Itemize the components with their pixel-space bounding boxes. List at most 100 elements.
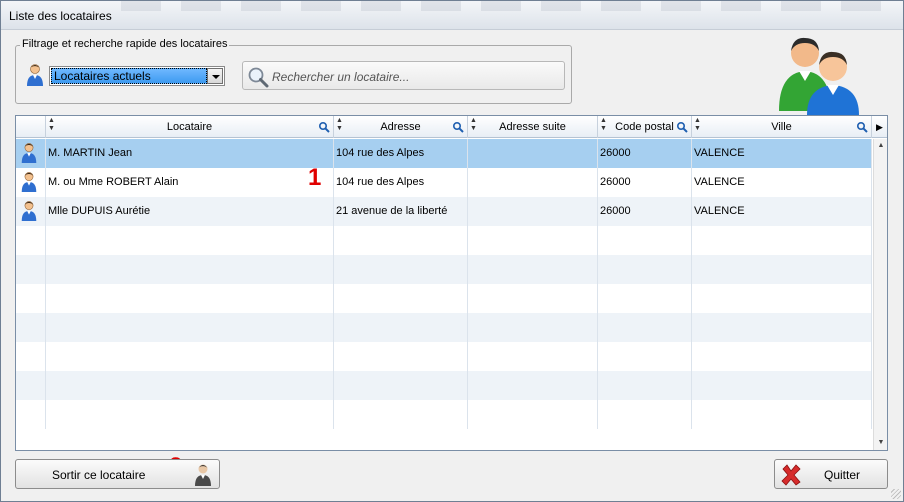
cell-code-postal bbox=[598, 255, 692, 284]
users-icon bbox=[779, 37, 859, 115]
cell-ville bbox=[692, 226, 872, 255]
filter-groupbox: Filtrage et recherche rapide des locatai… bbox=[15, 38, 572, 104]
scroll-down-icon[interactable]: ▼ bbox=[874, 437, 888, 449]
sort-arrows-icon[interactable]: ▲ ▼ bbox=[694, 117, 701, 133]
sort-arrows-icon[interactable]: ▲ ▼ bbox=[48, 117, 55, 133]
header-icon-column bbox=[16, 116, 46, 138]
cell-code-postal: 26000 bbox=[598, 139, 692, 168]
grid-header: ▲ ▼ Locataire ▲ ▼ Adresse ▲ ▼ Adresse suite… bbox=[16, 116, 887, 138]
tenant-icon bbox=[21, 143, 37, 163]
column-header-ville[interactable]: ▲ ▼ Ville bbox=[692, 116, 872, 138]
quitter-button-label: Quitter bbox=[824, 468, 861, 482]
column-search-icon[interactable] bbox=[856, 121, 868, 133]
row-icon-cell bbox=[16, 226, 46, 255]
cell-adresse bbox=[334, 342, 468, 371]
cell-adresse bbox=[334, 371, 468, 400]
column-label: Ville bbox=[771, 121, 792, 133]
vertical-scrollbar[interactable]: ▲ ▼ bbox=[873, 139, 887, 450]
cell-ville bbox=[692, 371, 872, 400]
cell-code-postal: 26000 bbox=[598, 168, 692, 197]
cell-locataire bbox=[46, 255, 334, 284]
cell-locataire bbox=[46, 284, 334, 313]
scroll-up-icon[interactable]: ▲ bbox=[874, 140, 888, 152]
cell-locataire: M. MARTIN Jean bbox=[46, 139, 334, 168]
cell-code-postal bbox=[598, 313, 692, 342]
column-label: Code postal bbox=[615, 121, 674, 133]
cell-ville: VALENCE bbox=[692, 168, 872, 197]
cell-adresse: 104 rue des Alpes bbox=[334, 139, 468, 168]
cell-locataire bbox=[46, 400, 334, 429]
table-row[interactable]: Mlle DUPUIS Aurétie 21 avenue de la liber… bbox=[16, 197, 872, 226]
grid-rows: M. MARTIN Jean 104 rue des Alpes 26000 VALE… bbox=[16, 139, 872, 450]
tenant-filter-combo[interactable]: Locataires actuels bbox=[49, 66, 225, 86]
column-header-code-postal[interactable]: ▲ ▼ Code postal bbox=[598, 116, 692, 138]
tenant-icon bbox=[21, 201, 37, 221]
chevron-down-icon[interactable] bbox=[207, 68, 223, 84]
column-label: Adresse suite bbox=[499, 121, 566, 133]
cell-adresse bbox=[334, 313, 468, 342]
scroll-right-icon[interactable]: ▶ bbox=[872, 116, 887, 138]
table-row[interactable]: M. MARTIN Jean 104 rue des Alpes 26000 VALE… bbox=[16, 139, 872, 168]
empty-table-row bbox=[16, 226, 872, 255]
cell-adresse bbox=[334, 255, 468, 284]
search-tenant-field[interactable]: Rechercher un locataire... bbox=[242, 61, 565, 90]
cell-adresse bbox=[334, 284, 468, 313]
cell-code-postal bbox=[598, 284, 692, 313]
combo-selected-value: Locataires actuels bbox=[51, 68, 207, 84]
cell-code-postal bbox=[598, 226, 692, 255]
row-icon-cell bbox=[16, 284, 46, 313]
cell-ville bbox=[692, 342, 872, 371]
quitter-button[interactable]: Quitter bbox=[774, 459, 888, 489]
empty-table-row bbox=[16, 400, 872, 429]
row-icon-cell bbox=[16, 168, 46, 197]
resize-grip[interactable] bbox=[891, 489, 901, 499]
column-header-adresse[interactable]: ▲ ▼ Adresse bbox=[334, 116, 468, 138]
cell-adresse-suite bbox=[468, 284, 598, 313]
column-search-icon[interactable] bbox=[318, 121, 330, 133]
empty-table-row bbox=[16, 342, 872, 371]
cell-adresse: 21 avenue de la liberté bbox=[334, 197, 468, 226]
column-search-icon[interactable] bbox=[676, 121, 688, 133]
sort-arrows-icon[interactable]: ▲ ▼ bbox=[470, 117, 477, 133]
column-header-adresse-suite[interactable]: ▲ ▼ Adresse suite bbox=[468, 116, 598, 138]
row-icon-cell bbox=[16, 400, 46, 429]
table-row[interactable]: M. ou Mme ROBERT Alain 104 rue des Alpes 2… bbox=[16, 168, 872, 197]
column-search-icon[interactable] bbox=[452, 121, 464, 133]
cell-ville bbox=[692, 400, 872, 429]
cell-ville bbox=[692, 313, 872, 342]
cell-locataire bbox=[46, 313, 334, 342]
cell-adresse-suite bbox=[468, 371, 598, 400]
cell-adresse-suite bbox=[468, 197, 598, 226]
column-label: Locataire bbox=[166, 121, 213, 133]
cell-adresse-suite bbox=[468, 226, 598, 255]
search-placeholder: Rechercher un locataire... bbox=[272, 70, 410, 84]
title-bar: Liste des locataires bbox=[1, 1, 903, 30]
row-icon-cell bbox=[16, 371, 46, 400]
empty-table-row bbox=[16, 313, 872, 342]
row-icon-cell bbox=[16, 139, 46, 168]
red-x-icon bbox=[781, 464, 801, 486]
sortir-locataire-button[interactable]: Sortir ce locataire bbox=[15, 459, 220, 489]
magnifier-icon bbox=[248, 67, 269, 88]
cell-ville: VALENCE bbox=[692, 197, 872, 226]
cell-ville bbox=[692, 284, 872, 313]
cell-adresse-suite bbox=[468, 139, 598, 168]
window-title: Liste des locataires bbox=[9, 9, 112, 23]
column-header-locataire[interactable]: ▲ ▼ Locataire bbox=[46, 116, 334, 138]
sort-arrows-icon[interactable]: ▲ ▼ bbox=[600, 117, 607, 133]
tenant-icon bbox=[27, 64, 43, 86]
cell-adresse-suite bbox=[468, 342, 598, 371]
tenant-grid: ▲ ▼ Locataire ▲ ▼ Adresse ▲ ▼ Adresse suite… bbox=[15, 115, 888, 451]
row-icon-cell bbox=[16, 313, 46, 342]
empty-table-row bbox=[16, 371, 872, 400]
empty-table-row bbox=[16, 255, 872, 284]
column-label: Adresse bbox=[380, 121, 421, 133]
cell-adresse-suite bbox=[468, 400, 598, 429]
cell-locataire: M. ou Mme ROBERT Alain bbox=[46, 168, 334, 197]
row-icon-cell bbox=[16, 342, 46, 371]
cell-adresse: 104 rue des Alpes bbox=[334, 168, 468, 197]
cell-code-postal bbox=[598, 400, 692, 429]
sort-arrows-icon[interactable]: ▲ ▼ bbox=[336, 117, 343, 133]
person-exit-icon bbox=[195, 464, 211, 486]
cell-locataire: Mlle DUPUIS Aurétie bbox=[46, 197, 334, 226]
